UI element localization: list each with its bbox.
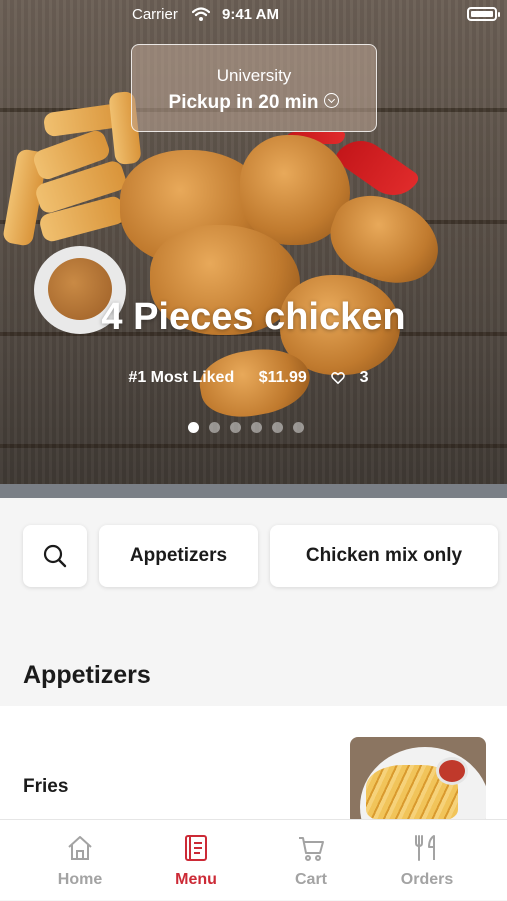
clock: 9:41 AM	[222, 6, 279, 23]
tab-menu[interactable]: Menu	[133, 820, 259, 901]
tab-cart[interactable]: Cart	[248, 820, 374, 901]
item-name: Fries	[23, 776, 69, 797]
hero-title: 4 Pieces chicken	[101, 296, 406, 338]
carousel-dot[interactable]	[251, 422, 262, 433]
category-pill-appetizers[interactable]: Appetizers	[99, 525, 258, 587]
pickup-location: University	[216, 66, 292, 85]
carousel-dot[interactable]	[230, 422, 241, 433]
hero-badge: #1 Most Liked	[128, 369, 235, 386]
item-thumbnail[interactable]	[350, 737, 486, 826]
tab-label: Cart	[294, 871, 327, 888]
wifi-icon	[192, 7, 210, 21]
battery-icon	[467, 7, 500, 21]
tab-orders[interactable]: Orders	[364, 820, 490, 901]
carousel-dot[interactable]	[188, 422, 199, 433]
status-bar: Carrier 9:41 AM	[0, 0, 507, 30]
search-button[interactable]	[23, 525, 87, 587]
pickup-time: Pickup in 20 min	[132, 92, 376, 114]
menu-book-icon	[185, 835, 207, 861]
tab-bar: Home Menu Cart Orders	[0, 819, 507, 900]
tab-home[interactable]: Home	[17, 820, 143, 901]
pickup-time-label: Pickup in 20 min	[168, 92, 319, 113]
search-icon	[43, 544, 67, 568]
category-pill-chicken-mix[interactable]: Chicken mix only	[270, 525, 498, 587]
hero-like-count: 3	[359, 369, 369, 386]
tab-label: Home	[57, 871, 103, 888]
hero-price: $11.99	[258, 369, 307, 386]
section-title: Appetizers	[23, 661, 151, 689]
category-bar: Appetizers Chicken mix only	[0, 525, 507, 587]
carousel-dot[interactable]	[209, 422, 220, 433]
cart-icon	[299, 837, 324, 861]
hero-meta: #1 Most Liked $11.99 3	[0, 369, 507, 387]
menu-list: Fries	[0, 706, 507, 826]
home-icon	[68, 836, 92, 860]
hero-divider	[0, 484, 507, 498]
pickup-selector[interactable]: University Pickup in 20 min	[131, 44, 377, 132]
carousel-dot[interactable]	[272, 422, 283, 433]
tab-label: Menu	[175, 871, 217, 888]
sauce-cup	[436, 757, 468, 785]
chevron-down-icon	[324, 93, 340, 109]
fork-knife-icon	[415, 835, 435, 861]
carrier-label: Carrier	[132, 6, 178, 23]
carousel-dot[interactable]	[293, 422, 304, 433]
tab-label: Orders	[400, 871, 454, 888]
carousel-dots[interactable]	[188, 422, 304, 434]
heart-icon	[331, 371, 346, 384]
hero-banner[interactable]: Carrier 9:41 AM University Pickup in 20 …	[0, 0, 507, 498]
hero-likes[interactable]: 3	[331, 369, 378, 386]
